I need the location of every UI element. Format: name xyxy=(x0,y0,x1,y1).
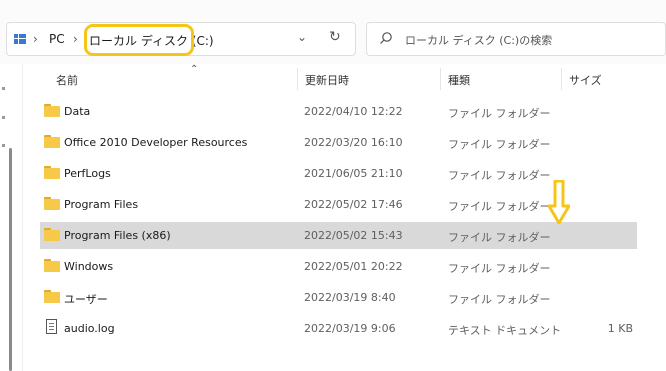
file-name: Program Files xyxy=(64,198,139,211)
file-row[interactable]: Program Files (x86) 2022/05/02 15:43 ファイル … xyxy=(40,222,637,249)
folder-icon xyxy=(44,135,60,148)
file-type: ファイル フォルダー xyxy=(448,231,551,244)
refresh-icon[interactable]: ↻ xyxy=(329,29,341,45)
file-date: 2022/05/01 20:22 xyxy=(304,260,403,273)
column-header: ⌃ 名前 更新日時 種類 サイズ xyxy=(22,64,666,90)
file-date: 2022/03/20 16:10 xyxy=(304,136,403,149)
file-name: Program Files (x86) xyxy=(64,229,171,242)
file-name: Windows xyxy=(64,260,114,273)
file-date: 2022/04/10 12:22 xyxy=(304,105,403,118)
file-date: 2022/03/19 8:40 xyxy=(304,291,396,304)
file-type: テキスト ドキュメント xyxy=(448,324,562,337)
folder-icon xyxy=(44,104,60,117)
file-row[interactable]: Windows 2022/05/01 20:22 ファイル フォルダー xyxy=(40,253,637,280)
file-name: PerfLogs xyxy=(64,167,111,180)
file-name: ユーザー xyxy=(64,293,108,306)
toolbar: › PC › ローカル ディスク (C:) ⌄ ↻ ローカル ディスク (C:)… xyxy=(0,0,666,64)
folder-icon xyxy=(44,166,60,179)
file-size: 1 KB xyxy=(607,322,633,335)
search-icon xyxy=(380,32,392,44)
breadcrumb-pc[interactable]: PC xyxy=(49,32,65,46)
chevron-down-icon[interactable]: ⌄ xyxy=(297,30,307,44)
file-type: ファイル フォルダー xyxy=(448,169,551,182)
folder-icon xyxy=(44,290,60,303)
file-name: Office 2010 Developer Resources xyxy=(64,136,248,149)
file-type: ファイル フォルダー xyxy=(448,138,551,151)
file-row[interactable]: Office 2010 Developer Resources 2022/03/2… xyxy=(40,129,637,156)
column-date[interactable]: 更新日時 xyxy=(305,72,349,88)
file-name: audio.log xyxy=(64,322,115,335)
file-name: Data xyxy=(64,105,91,118)
file-date: 2022/05/02 15:43 xyxy=(304,229,403,242)
column-size[interactable]: サイズ xyxy=(569,72,602,88)
file-type: ファイル フォルダー xyxy=(448,107,551,120)
column-name[interactable]: 名前 xyxy=(56,72,78,88)
search-placeholder: ローカル ディスク (C:)の検索 xyxy=(405,34,553,47)
folder-icon xyxy=(44,197,60,210)
file-date: 2022/05/02 17:46 xyxy=(304,198,403,211)
file-type: ファイル フォルダー xyxy=(448,293,551,306)
pc-icon xyxy=(14,34,26,44)
folder-icon xyxy=(44,259,60,272)
file-type: ファイル フォルダー xyxy=(448,200,551,213)
file-row[interactable]: Data 2022/04/10 12:22 ファイル フォルダー xyxy=(40,98,637,125)
chevron-right-icon: › xyxy=(33,32,38,46)
folder-icon xyxy=(44,228,60,241)
annotation-down-arrow-icon xyxy=(548,180,570,224)
scrollbar[interactable] xyxy=(9,148,12,371)
file-row[interactable]: ユーザー 2022/03/19 8:40 ファイル フォルダー xyxy=(40,284,637,311)
column-type[interactable]: 種類 xyxy=(448,72,470,88)
text-file-icon xyxy=(46,319,57,334)
file-type: ファイル フォルダー xyxy=(448,262,551,275)
search-box[interactable]: ローカル ディスク (C:)の検索 xyxy=(366,22,666,56)
file-date: 2021/06/05 21:10 xyxy=(304,167,403,180)
chevron-right-icon: › xyxy=(73,32,78,46)
annotation-highlight-box xyxy=(84,24,194,56)
sort-ascending-icon: ⌃ xyxy=(190,64,199,75)
file-row[interactable]: audio.log 2022/03/19 9:06 テキスト ドキュメント 1 KB xyxy=(40,315,637,342)
file-date: 2022/03/19 9:06 xyxy=(304,322,396,335)
